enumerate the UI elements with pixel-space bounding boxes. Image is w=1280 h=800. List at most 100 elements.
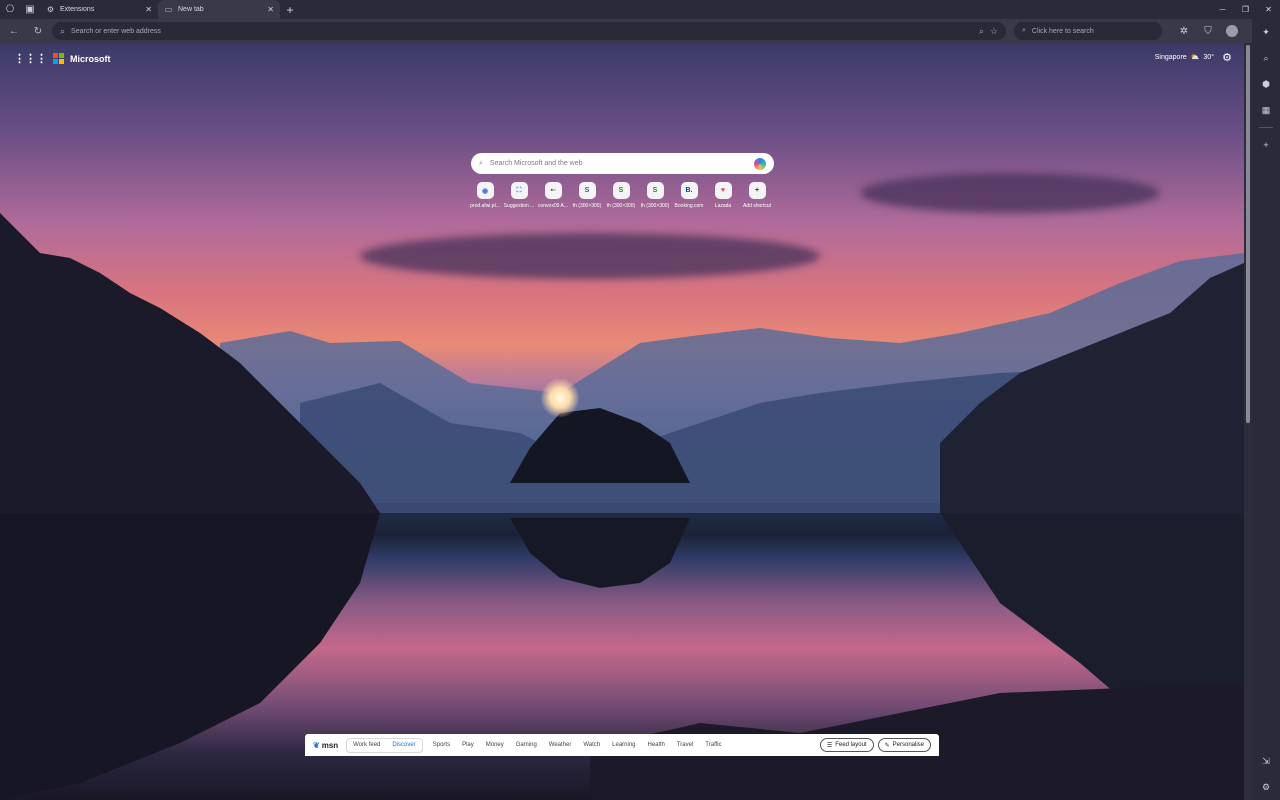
cloud-sun-icon: ⛅ (1190, 54, 1200, 61)
shortcut-favicon-icon: B. (680, 182, 698, 199)
shortcut-favicon-icon: S (612, 182, 630, 199)
microsoft-logo-icon (53, 53, 64, 64)
shortcut-tile[interactable]: ♥ Lazada (708, 182, 738, 209)
feed-category-link[interactable]: Play (460, 742, 476, 748)
feed-category-link[interactable]: Health (646, 742, 667, 748)
cloud (860, 173, 1160, 213)
close-icon[interactable]: ✕ (267, 5, 274, 14)
refresh-icon[interactable]: ↻ (28, 21, 48, 41)
tab-extensions[interactable]: ⚙ Extensions ✕ (40, 0, 158, 19)
search-icon: ⌕ (60, 25, 66, 36)
shortcut-tile[interactable]: Sth (300×300) (572, 182, 602, 209)
shortcut-label: Lazada (714, 203, 732, 209)
shortcut-favicon-icon: S (646, 182, 664, 199)
sidebar-settings-icon[interactable]: ⚙ (1256, 778, 1276, 796)
shortcut-label: Suggestion ... (503, 203, 535, 209)
microsoft-brand: ⋮⋮⋮ Microsoft (14, 52, 111, 65)
tab-discover[interactable]: Discover (386, 742, 421, 748)
feed-category-link[interactable]: Sports (431, 742, 452, 748)
butterfly-icon: ❦ (313, 740, 320, 750)
shortcut-tile[interactable]: B. Booking.com (674, 182, 704, 209)
msn-logo[interactable]: ❦ msn (313, 741, 338, 750)
shortcut-tile[interactable]: ◉ prod.afwi.pl... (470, 182, 500, 209)
feed-categories: Sports Play Money Gaming Weather Watch Learnin… (431, 742, 724, 748)
extensions-icon[interactable]: ✲ (1174, 21, 1194, 41)
shortcut-label: prod.afwi.pl... (470, 203, 500, 209)
feed-layout-label: Feed layout (835, 742, 867, 748)
weather-temp: 30° (1203, 53, 1214, 61)
browser-toolbar: ← ↻ ⌕ Search or enter web address ⌕ ☆ ⌕ … (0, 19, 1280, 43)
shortcut-label: convox09 A... (537, 203, 569, 209)
shortcut-label: Booking.com (674, 203, 704, 209)
new-tab-button[interactable]: + (280, 0, 300, 19)
shortcut-favicon-icon: ▪▫ (544, 182, 562, 199)
feed-category-link[interactable]: Money (484, 742, 506, 748)
close-window-icon[interactable]: ✕ (1257, 0, 1280, 19)
zoom-icon[interactable]: ⌕ (979, 26, 984, 37)
minimize-icon[interactable]: ─ (1211, 0, 1234, 19)
tab-new-tab[interactable]: ▭ New tab ✕ (158, 0, 280, 19)
web-search-box[interactable]: ⌕ Search Microsoft and the web (471, 153, 774, 174)
vertical-scrollbar[interactable] (1244, 43, 1252, 800)
shortcut-label: th (300×300) (640, 203, 670, 209)
brand-name: Microsoft (70, 53, 111, 64)
shortcut-label: th (300×300) (606, 203, 636, 209)
search-sidebar-icon[interactable]: ⌕ (1256, 49, 1276, 67)
feed-category-link[interactable]: Travel (675, 742, 695, 748)
feed-category-link[interactable]: Learning (610, 742, 637, 748)
feed-layout-button[interactable]: ☰ Feed layout (819, 738, 874, 752)
msn-logo-text: msn (321, 740, 339, 750)
office-icon[interactable]: ▦ (1256, 101, 1276, 119)
shortcut-tile[interactable]: + Add shortcut (742, 182, 772, 209)
personalise-button[interactable]: ✎ Personalise (877, 738, 931, 752)
address-placeholder: Search or enter web address (71, 27, 161, 35)
shortcut-favicon-icon: ♥ (714, 182, 732, 199)
tab-work-feed[interactable]: Work feed (347, 742, 386, 748)
feed-category-link[interactable]: Traffic (703, 742, 723, 748)
top-search-box[interactable]: ⌕ Click here to search (1014, 22, 1162, 40)
puzzle-icon: ⚙ (46, 5, 55, 14)
address-bar[interactable]: ⌕ Search or enter web address ⌕ ☆ (52, 22, 1006, 40)
feed-category-link[interactable]: Gaming (514, 742, 539, 748)
tab-actions-icon[interactable]: ▣ (20, 0, 40, 19)
tab-label: Extensions (60, 6, 95, 13)
back-icon[interactable]: ← (4, 21, 24, 41)
copilot-sidebar-icon[interactable]: ✦ (1256, 23, 1276, 41)
hide-sidebar-icon[interactable]: ⇲ (1256, 752, 1276, 770)
workspaces-icon[interactable]: ⎔ (0, 0, 20, 19)
scrollbar-thumb[interactable] (1246, 45, 1250, 423)
weather-widget[interactable]: Singapore ⛅ 30° (1154, 53, 1214, 62)
browser-essentials-icon[interactable]: ⛉ (1198, 21, 1218, 41)
shortcut-tile[interactable]: ⛶ Suggestion ... (504, 182, 534, 209)
shortcut-tile[interactable]: Sth (300×300) (640, 182, 670, 209)
search-icon: ⌕ (479, 159, 483, 167)
feed-tabs: Work feed Discover (346, 737, 423, 753)
feed-category-link[interactable]: Weather (547, 742, 574, 748)
shortcut-label: th (300×300) (572, 203, 602, 209)
copilot-icon[interactable] (754, 157, 766, 170)
new-tab-page: ⋮⋮⋮ Microsoft Singapore ⛅ 30° ⚙ ⌕ Search… (0, 43, 1244, 800)
shortcuts-row: ◉ prod.afwi.pl... ⛶ Suggestion ... ▪▫ convox0… (470, 182, 772, 209)
shopping-icon[interactable]: ⬢ (1256, 75, 1276, 93)
weather-city: Singapore (1154, 53, 1187, 61)
add-shortcut-icon: + (748, 182, 766, 199)
close-icon[interactable]: ✕ (145, 5, 152, 14)
favorite-star-icon[interactable]: ☆ (990, 26, 998, 37)
newtab-icon: ▭ (164, 5, 173, 14)
divider (1259, 127, 1273, 128)
personalise-icon: ✎ (884, 742, 890, 749)
feed-category-link[interactable]: Watch (581, 742, 602, 748)
shortcut-tile[interactable]: ▪▫ convox09 A... (538, 182, 568, 209)
shortcut-tile[interactable]: Sth (300×300) (606, 182, 636, 209)
profile-avatar[interactable] (1226, 25, 1238, 37)
search-placeholder: Search Microsoft and the web (489, 160, 583, 167)
app-launcher-icon[interactable]: ⋮⋮⋮ (14, 52, 47, 65)
personalise-label: Personalise (892, 742, 924, 748)
edge-sidebar: ✦ ⌕ ⬢ ▦ + ⇲ ⚙ (1252, 19, 1280, 800)
title-bar: ⎔ ▣ ⚙ Extensions ✕ ▭ New tab ✕ + ─ ❐ ✕ (0, 0, 1280, 19)
add-sidebar-app-icon[interactable]: + (1256, 136, 1276, 154)
shortcut-favicon-icon: ◉ (476, 182, 494, 199)
page-settings-icon[interactable]: ⚙ (1222, 51, 1232, 64)
top-search-placeholder: Click here to search (1031, 27, 1094, 35)
restore-icon[interactable]: ❐ (1234, 0, 1257, 19)
